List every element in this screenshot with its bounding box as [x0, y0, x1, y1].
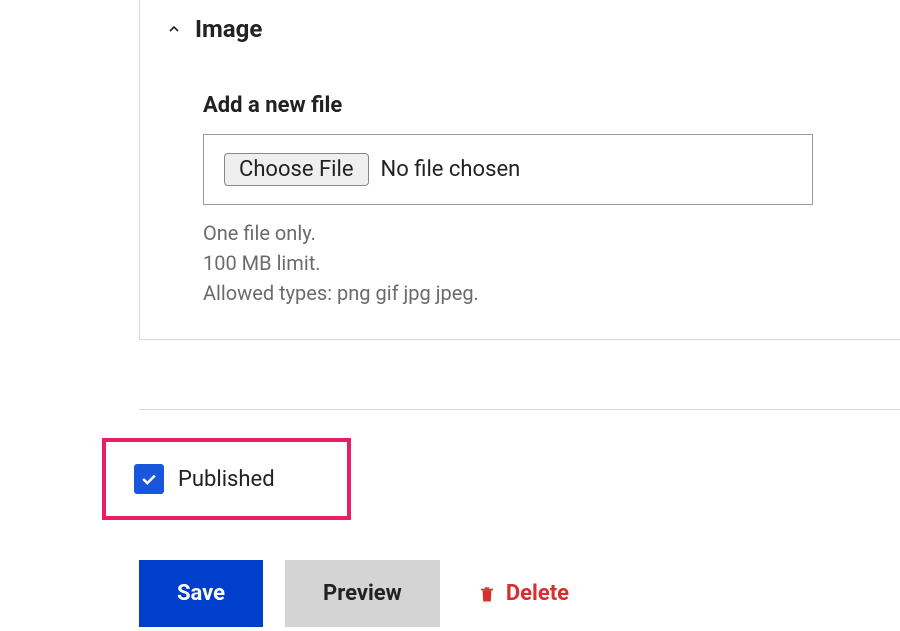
image-panel: Image Add a new file Choose File No file…: [139, 0, 900, 340]
file-field-label: Add a new file: [203, 93, 875, 118]
published-label: Published: [178, 467, 275, 492]
delete-label: Delete: [506, 581, 569, 606]
trash-icon: [478, 583, 496, 605]
file-hints: One file only. 100 MB limit. Allowed typ…: [203, 219, 875, 308]
panel-title: Image: [195, 15, 262, 43]
file-hint: Allowed types: png gif jpg jpeg.: [203, 279, 875, 308]
divider: [139, 409, 900, 410]
published-checkbox[interactable]: [134, 464, 164, 494]
delete-link[interactable]: Delete: [478, 581, 569, 606]
file-picker[interactable]: Choose File No file chosen: [203, 134, 813, 205]
action-bar: Save Preview Delete: [139, 560, 569, 627]
preview-button[interactable]: Preview: [285, 560, 440, 627]
file-status: No file chosen: [381, 157, 521, 182]
file-hint: One file only.: [203, 219, 875, 248]
published-field: Published: [102, 438, 351, 520]
file-field: Add a new file Choose File No file chose…: [203, 93, 875, 308]
file-hint: 100 MB limit.: [203, 249, 875, 278]
chevron-up-icon: [165, 20, 183, 38]
save-button[interactable]: Save: [139, 560, 263, 627]
choose-file-button[interactable]: Choose File: [224, 153, 369, 186]
panel-header[interactable]: Image: [165, 15, 875, 43]
